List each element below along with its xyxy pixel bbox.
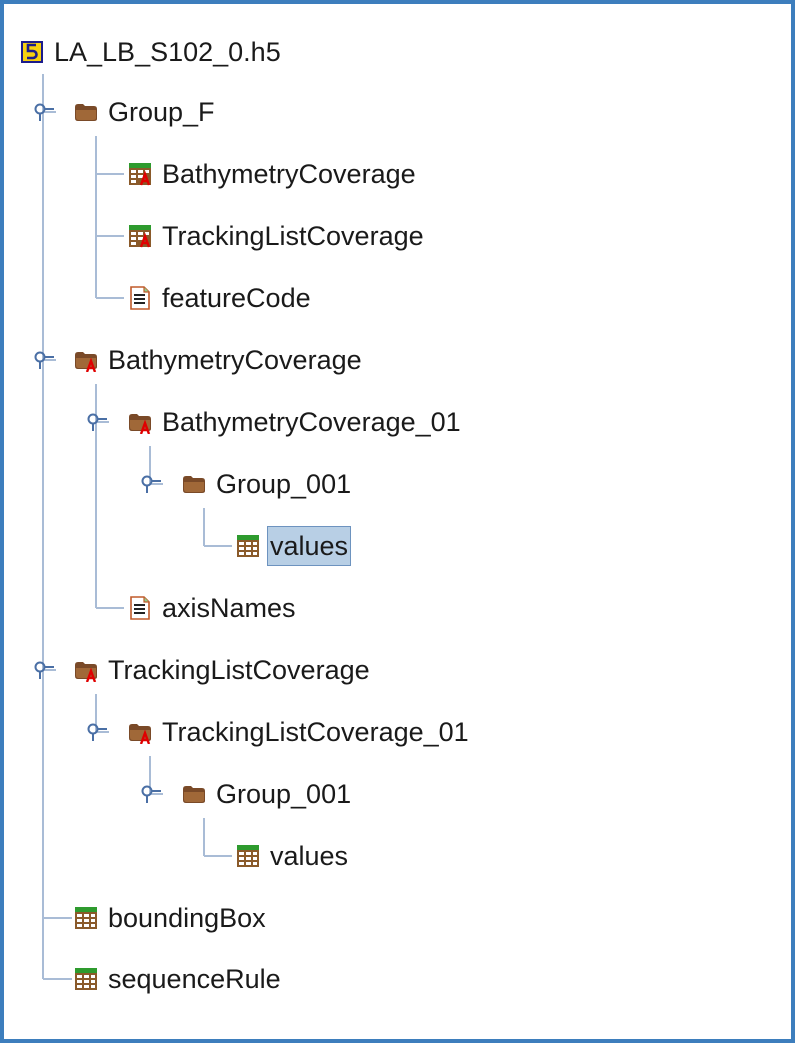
tree-node-dataset[interactable]: values — [236, 836, 351, 876]
collapse-toggle-icon[interactable] — [32, 349, 54, 371]
tree-node-label: LA_LB_S102_0.h5 — [54, 37, 281, 67]
collapse-toggle-icon[interactable] — [32, 659, 54, 681]
tree-node-label: TrackingListCoverage — [162, 221, 424, 251]
file-tree: LA_LB_S102_0.h5 Group_F BathymetryCovera… — [4, 4, 791, 1039]
tree-node-label: boundingBox — [108, 903, 266, 933]
folder-icon — [182, 782, 206, 806]
collapse-toggle-icon[interactable] — [85, 411, 107, 433]
tree-node-label: axisNames — [162, 593, 296, 623]
table-icon — [74, 906, 98, 930]
tree-node-group[interactable]: TrackingListCoverage — [74, 650, 373, 690]
tree-node-label: sequenceRule — [108, 964, 281, 994]
tree-node-label: Group_001 — [216, 779, 352, 809]
table-icon — [74, 967, 98, 991]
tree-node-group[interactable]: BathymetryCoverage_01 — [128, 402, 464, 442]
tree-node-label: TrackingListCoverage_01 — [162, 717, 469, 747]
tree-node-group[interactable]: Group_F — [74, 92, 218, 132]
tree-node-group[interactable]: BathymetryCoverage — [74, 340, 365, 380]
tree-node-dataset-selected[interactable]: values — [236, 526, 352, 566]
tree-node-label: BathymetryCoverage — [162, 159, 416, 189]
tree-node-group[interactable]: Group_001 — [182, 464, 354, 504]
tree-node-label: Group_001 — [216, 469, 352, 499]
table-icon — [236, 534, 260, 558]
text-dataset-icon — [128, 286, 152, 310]
tree-node-label: BathymetryCoverage — [108, 345, 362, 375]
tree-node-label: Group_F — [108, 97, 215, 127]
text-dataset-icon — [128, 596, 152, 620]
table-attribute-icon — [128, 162, 152, 186]
folder-attribute-icon — [128, 720, 152, 744]
tree-node-group[interactable]: Group_001 — [182, 774, 354, 814]
tree-node-dataset[interactable]: featureCode — [128, 278, 314, 318]
collapse-toggle-icon[interactable] — [32, 101, 54, 123]
tree-node-dataset[interactable]: BathymetryCoverage — [128, 154, 419, 194]
table-icon — [236, 844, 260, 868]
tree-node-dataset[interactable]: boundingBox — [74, 898, 269, 938]
table-attribute-icon — [128, 224, 152, 248]
tree-node-label: values — [270, 841, 349, 871]
collapse-toggle-icon[interactable] — [139, 783, 161, 805]
folder-icon — [74, 100, 98, 124]
tree-node-dataset[interactable]: TrackingListCoverage — [128, 216, 427, 256]
folder-attribute-icon — [74, 658, 98, 682]
hdf5-file-icon — [20, 40, 44, 64]
collapse-toggle-icon[interactable] — [85, 721, 107, 743]
tree-node-label: featureCode — [162, 283, 311, 313]
folder-attribute-icon — [74, 348, 98, 372]
tree-node-dataset[interactable]: axisNames — [128, 588, 299, 628]
tree-node-label: BathymetryCoverage_01 — [162, 407, 461, 437]
folder-icon — [182, 472, 206, 496]
collapse-toggle-icon[interactable] — [139, 473, 161, 495]
tree-node-label: values — [267, 526, 352, 566]
tree-panel: LA_LB_S102_0.h5 Group_F BathymetryCovera… — [0, 0, 795, 1043]
tree-node-root[interactable]: LA_LB_S102_0.h5 — [20, 32, 284, 72]
tree-node-label: TrackingListCoverage — [108, 655, 370, 685]
folder-attribute-icon — [128, 410, 152, 434]
tree-node-group[interactable]: TrackingListCoverage_01 — [128, 712, 472, 752]
tree-node-dataset[interactable]: sequenceRule — [74, 959, 284, 999]
